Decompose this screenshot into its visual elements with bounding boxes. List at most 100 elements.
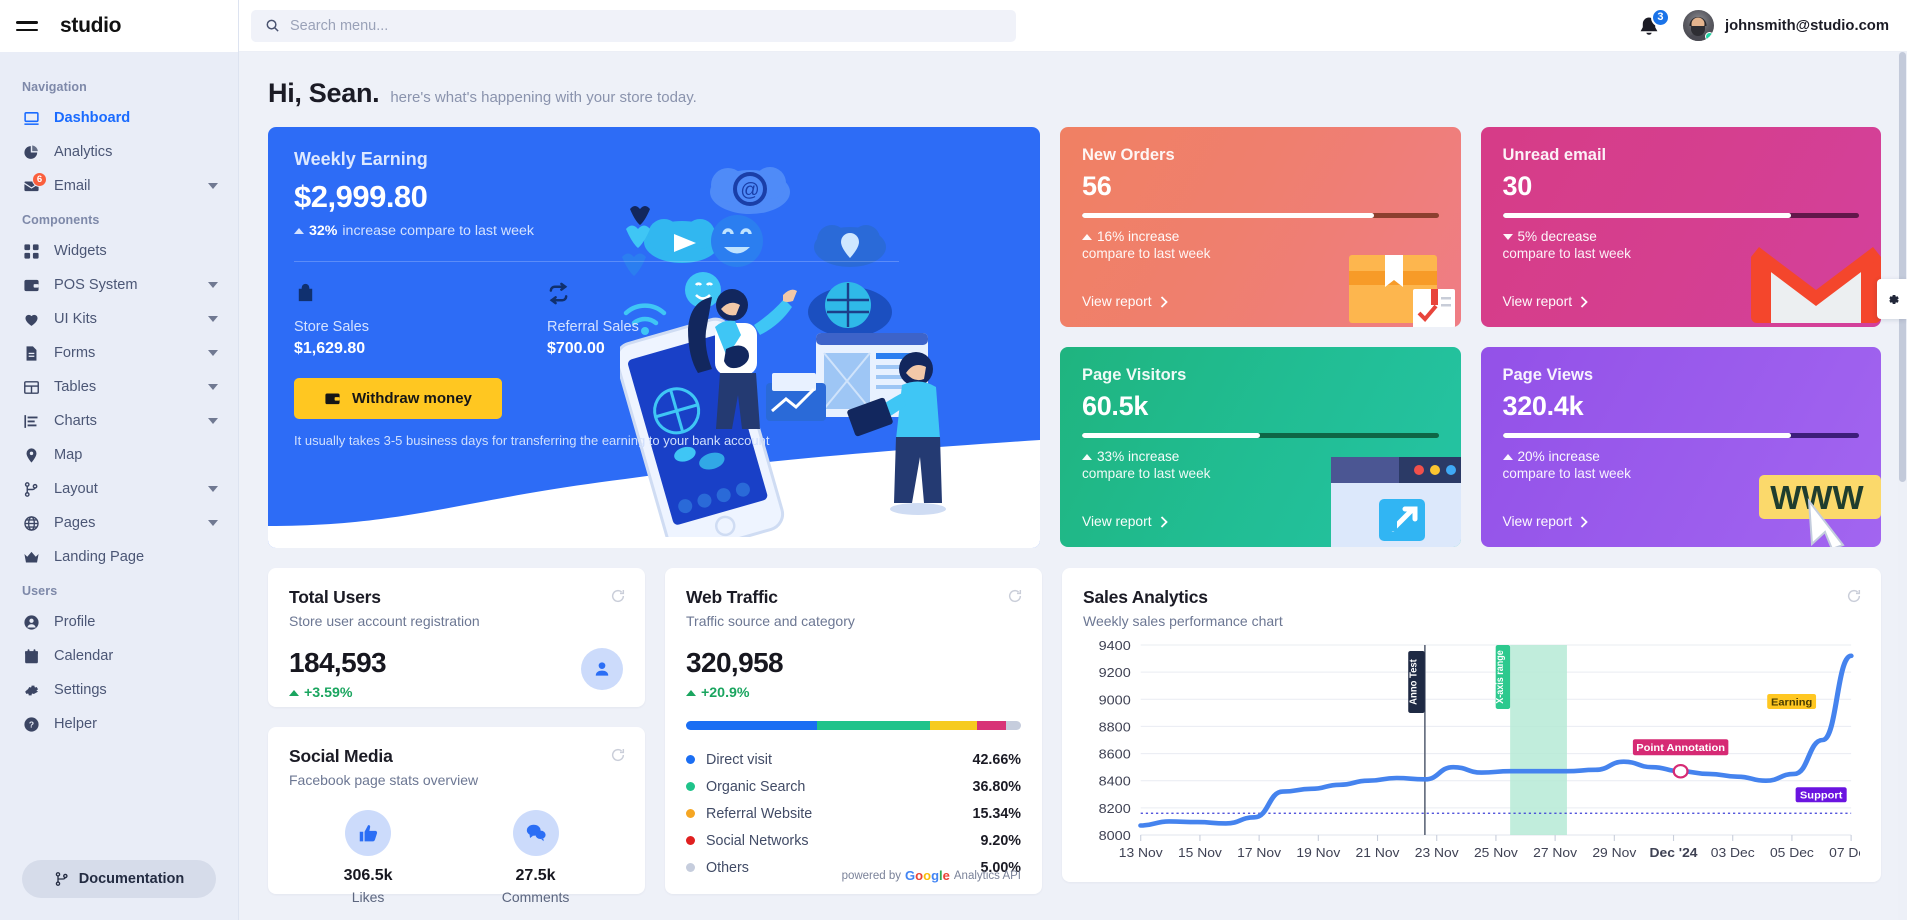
card-subtitle: Traffic source and category bbox=[686, 613, 855, 629]
svg-text:8000: 8000 bbox=[1099, 829, 1131, 843]
svg-text:9000: 9000 bbox=[1099, 693, 1131, 707]
svg-text:Earning: Earning bbox=[1771, 697, 1812, 708]
chevron-down-icon[interactable] bbox=[208, 520, 218, 526]
arrow-up-icon bbox=[1082, 453, 1092, 460]
sidebar-item-calendar[interactable]: Calendar bbox=[0, 639, 238, 673]
arrow-up-icon bbox=[1082, 233, 1092, 240]
arrow-up-icon bbox=[686, 690, 696, 696]
svg-text:X-axis range: X-axis range bbox=[1495, 650, 1507, 703]
view-report-label: View report bbox=[1502, 514, 1573, 529]
greeting-subtitle: here's what's happening with your store … bbox=[390, 89, 697, 106]
sidebar-item-helper[interactable]: ? Helper bbox=[0, 707, 238, 741]
sidebar-item-pages[interactable]: Pages bbox=[0, 506, 238, 540]
sidebar-item-analytics[interactable]: Analytics bbox=[0, 135, 238, 169]
sidebar-item-profile[interactable]: Profile bbox=[0, 605, 238, 639]
card-subtitle: Store user account registration bbox=[289, 613, 480, 629]
view-report-link[interactable]: View report bbox=[1503, 514, 1589, 529]
sidebar-section-navigation: Navigation bbox=[22, 80, 87, 94]
withdraw-money-button[interactable]: Withdraw money bbox=[294, 378, 502, 419]
sidebar-item-widgets[interactable]: Widgets bbox=[0, 234, 238, 268]
weekly-earning-delta: 32% increase compare to last week bbox=[294, 223, 1014, 239]
refresh-icon[interactable] bbox=[610, 588, 626, 604]
refresh-icon[interactable] bbox=[1007, 588, 1023, 604]
scrollbar-thumb[interactable] bbox=[1899, 52, 1906, 482]
chevron-down-icon[interactable] bbox=[208, 316, 218, 322]
traffic-row: Social Networks 9.20% bbox=[686, 827, 1021, 854]
chevron-down-icon[interactable] bbox=[208, 418, 218, 424]
chevron-right-icon bbox=[1160, 515, 1168, 528]
settings-fab-button[interactable] bbox=[1877, 279, 1907, 319]
sidebar-item-map[interactable]: Map bbox=[0, 438, 238, 472]
user-email-label: johnsmith@studio.com bbox=[1724, 17, 1889, 34]
chevron-down-icon[interactable] bbox=[208, 486, 218, 492]
vertical-scrollbar[interactable] bbox=[1898, 52, 1907, 920]
search-box[interactable] bbox=[251, 9, 1016, 42]
svg-text:17 Nov: 17 Nov bbox=[1237, 846, 1281, 860]
traffic-source-percent: 36.80% bbox=[972, 778, 1022, 795]
gear-icon bbox=[1888, 294, 1899, 304]
refresh-icon[interactable] bbox=[1846, 588, 1862, 604]
sidebar-item-label: Charts bbox=[54, 413, 97, 429]
user-icon bbox=[595, 662, 609, 676]
sales-chart[interactable]: 8000 8200 8400 8600 8800 9000 9200 9400 13 Nov 15… bbox=[1083, 639, 1874, 869]
chevron-down-icon[interactable] bbox=[208, 384, 218, 390]
powered-suffix: Analytics API bbox=[953, 869, 1021, 882]
sidebar-item-dashboard[interactable]: Dashboard bbox=[0, 101, 238, 135]
sidebar-item-label: Map bbox=[54, 447, 83, 463]
traffic-source-percent: 9.20% bbox=[980, 832, 1021, 849]
social-value: 27.5k bbox=[515, 867, 556, 884]
referral-sales-value: $700.00 bbox=[546, 340, 605, 357]
topbar: 3 johnsmith@studio.com bbox=[239, 0, 1907, 52]
chevron-down-icon[interactable] bbox=[208, 282, 218, 288]
sidebar-item-tables[interactable]: Tables bbox=[0, 370, 238, 404]
search-input[interactable] bbox=[290, 17, 1002, 34]
arrow-up-icon bbox=[289, 690, 299, 696]
traffic-row: Direct visit 42.66% bbox=[686, 746, 1021, 773]
view-report-label: View report bbox=[1082, 294, 1152, 309]
avatar bbox=[1682, 10, 1714, 41]
brand-title: studio bbox=[60, 14, 122, 37]
progress-bar bbox=[1502, 213, 1859, 218]
divider bbox=[294, 261, 899, 262]
sidebar-item-email[interactable]: 6 Email bbox=[0, 169, 238, 203]
traffic-source-percent: 15.34% bbox=[972, 805, 1022, 822]
card-subtitle: Facebook page stats overview bbox=[289, 772, 479, 788]
package-icon bbox=[1348, 255, 1455, 327]
hamburger-icon[interactable] bbox=[16, 13, 42, 39]
view-report-link[interactable]: View report bbox=[1082, 294, 1168, 309]
sidebar-item-pos-system[interactable]: POS System bbox=[0, 268, 238, 302]
notifications-button[interactable]: 3 bbox=[1637, 7, 1670, 41]
sidebar-item-label: Landing Page bbox=[54, 549, 145, 565]
sidebar-item-layout[interactable]: Layout bbox=[0, 472, 238, 506]
sidebar-item-ui-kits[interactable]: UI Kits bbox=[0, 302, 238, 336]
powered-by-google: powered by Google Analytics API bbox=[842, 868, 1021, 883]
sidebar-item-label: Tables bbox=[54, 379, 97, 395]
stat-title: Page Visitors bbox=[1082, 366, 1187, 384]
sidebar-item-forms[interactable]: Forms bbox=[0, 336, 238, 370]
document-icon bbox=[22, 344, 41, 363]
dashboard-app: studio Navigation Dashboard Analytics 6 … bbox=[0, 0, 1907, 920]
stat-cards-grid: New Orders 56 16% increase compare to la… bbox=[1060, 127, 1881, 548]
refresh-icon[interactable] bbox=[610, 747, 626, 763]
store-sales-label: Store Sales bbox=[294, 319, 369, 335]
svg-text:03 Dec: 03 Dec bbox=[1711, 846, 1755, 860]
svg-text:29 Nov: 29 Nov bbox=[1592, 846, 1636, 860]
documentation-button[interactable]: Documentation bbox=[22, 860, 216, 898]
google-logo-text: Google bbox=[905, 868, 950, 883]
view-report-link[interactable]: View report bbox=[1503, 294, 1589, 309]
sidebar-item-settings[interactable]: Settings bbox=[0, 673, 238, 707]
weekly-earning-stats: Store Sales $1,629.80 Referral Sales $70… bbox=[294, 282, 1014, 358]
stat-row-top: New Orders 56 16% increase compare to la… bbox=[1060, 127, 1881, 327]
view-report-link[interactable]: View report bbox=[1082, 514, 1168, 529]
heart-icon bbox=[22, 310, 41, 329]
map-pin-icon bbox=[22, 446, 41, 465]
progress-bar bbox=[1082, 213, 1439, 218]
user-menu[interactable]: johnsmith@studio.com bbox=[1682, 10, 1889, 41]
sidebar-item-label: Analytics bbox=[54, 144, 113, 160]
chevron-down-icon[interactable] bbox=[208, 350, 218, 356]
sidebar-item-landing-page[interactable]: Landing Page bbox=[0, 540, 238, 574]
gmail-icon bbox=[1751, 247, 1881, 323]
chevron-down-icon[interactable] bbox=[208, 183, 218, 189]
sidebar-item-charts[interactable]: Charts bbox=[0, 404, 238, 438]
comments-icon-circle bbox=[512, 810, 559, 856]
